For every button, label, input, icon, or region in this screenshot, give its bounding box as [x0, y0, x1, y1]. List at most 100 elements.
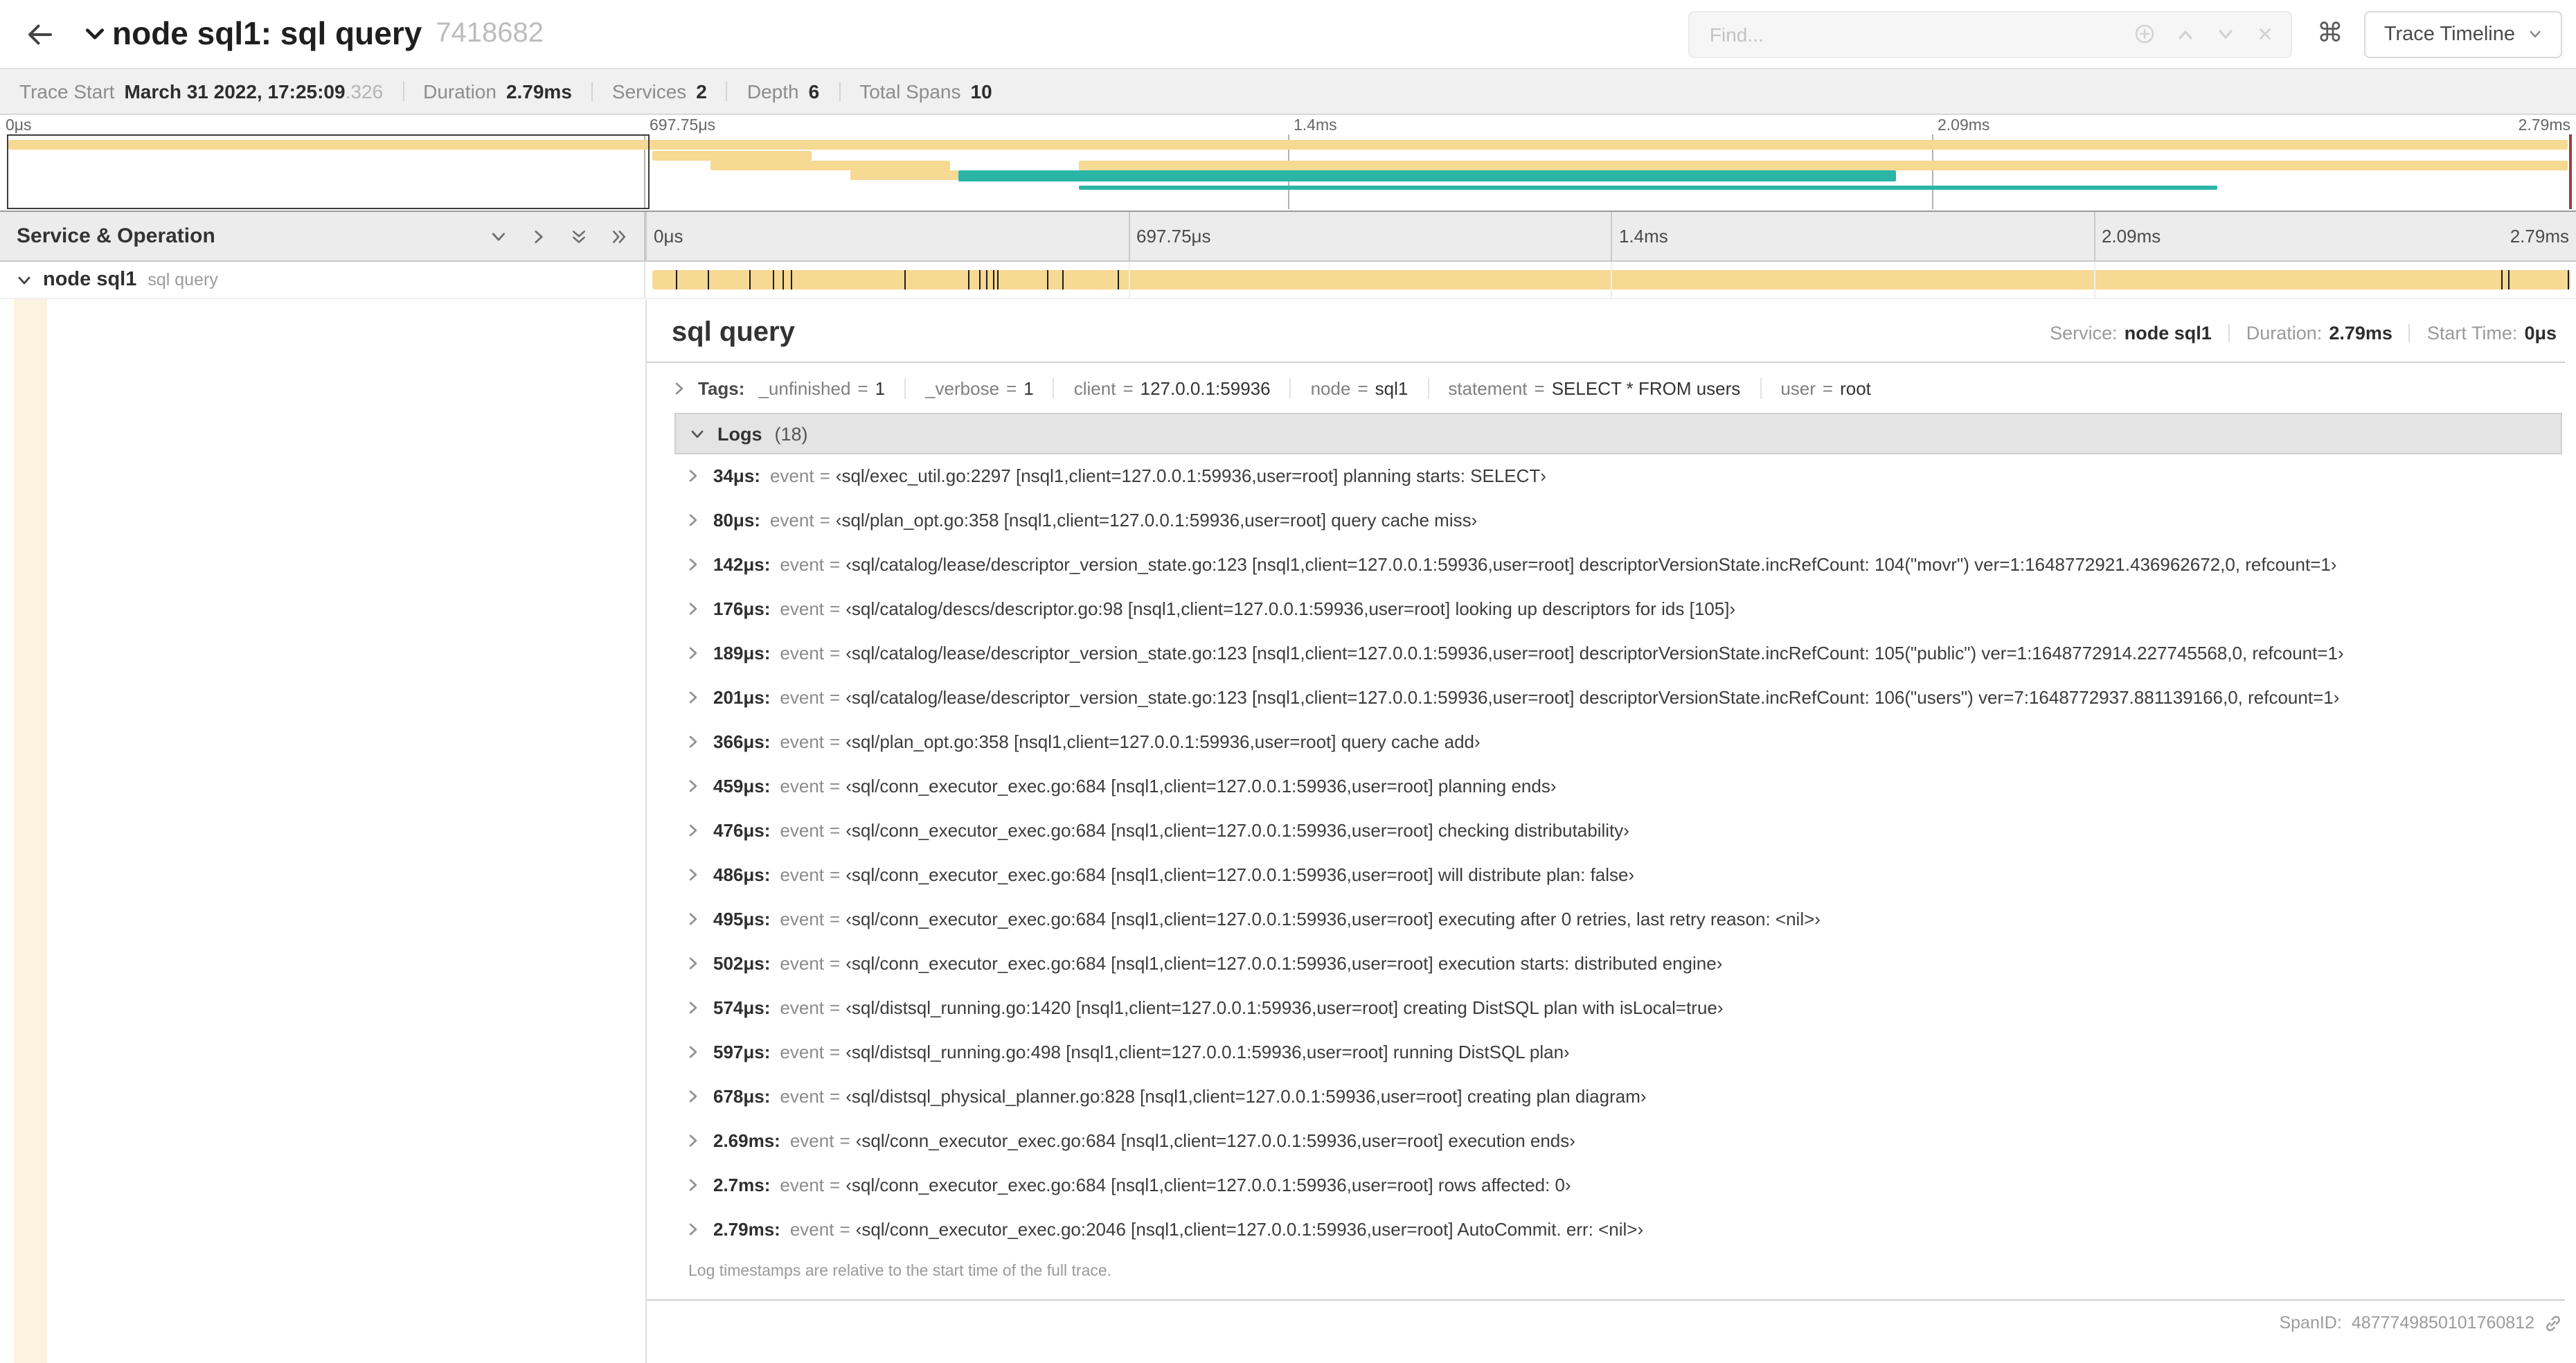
- log-entry[interactable]: 2.79ms: event = ‹sql/conn_executor_exec.go:…: [674, 1208, 2562, 1252]
- chevron-right-icon[interactable]: [686, 1222, 701, 1237]
- log-entry[interactable]: 597μs: event = ‹sql/distsql_running.go:498 …: [674, 1031, 2562, 1075]
- page-title: node sql1: sql query: [112, 15, 422, 51]
- double-chevron-down-icon[interactable]: [571, 228, 587, 244]
- chevron-right-icon[interactable]: [686, 690, 701, 705]
- trace-id: 7418682: [436, 18, 544, 48]
- logs-count: (18): [774, 423, 808, 444]
- log-entry[interactable]: 189μs: event = ‹sql/catalog/lease/descripto…: [674, 632, 2562, 676]
- trace-stats: Trace Start March 31 2022, 17:25:09.326 Du…: [19, 80, 992, 103]
- chevron-down-icon[interactable]: [490, 228, 507, 244]
- chevron-right-icon[interactable]: [530, 228, 547, 244]
- log-text: event = ‹sql/catalog/descs/descriptor.go:9…: [780, 598, 1735, 621]
- span-row-name-cell[interactable]: node sql1 sql query: [0, 262, 645, 298]
- log-entry[interactable]: 142μs: event = ‹sql/catalog/lease/descripto…: [674, 543, 2562, 587]
- keyboard-shortcuts-button[interactable]: ⌘: [2307, 10, 2354, 57]
- log-entry[interactable]: 201μs: event = ‹sql/catalog/lease/descripto…: [674, 676, 2562, 720]
- chevron-right-icon[interactable]: [686, 557, 701, 572]
- minimap-span-strip: [652, 151, 812, 161]
- log-timestamp: 366μs:: [713, 731, 771, 752]
- logs-label: Logs: [717, 423, 762, 444]
- double-chevron-right-icon[interactable]: [611, 228, 627, 244]
- chevron-right-icon[interactable]: [686, 513, 701, 528]
- ruler-tick: 2.09ms: [2093, 212, 2161, 260]
- timeline-minimap[interactable]: 0μs 697.75μs 1.4ms 2.09ms 2.79ms: [0, 115, 2576, 212]
- log-marker: [997, 270, 999, 289]
- log-field-key: event: [780, 776, 825, 796]
- chevron-right-icon[interactable]: [686, 911, 701, 927]
- chevron-right-icon[interactable]: [686, 1089, 701, 1104]
- chevron-right-icon[interactable]: [686, 468, 701, 483]
- log-entry[interactable]: 459μs: event = ‹sql/conn_executor_exec.go:6…: [674, 765, 2562, 809]
- log-field-value: ‹sql/conn_executor_exec.go:684 [nsql1,cl…: [846, 776, 1557, 796]
- find-prev-icon[interactable]: [2176, 24, 2196, 44]
- link-icon[interactable]: [2544, 1314, 2562, 1332]
- log-entry[interactable]: 495μs: event = ‹sql/conn_executor_exec.go:6…: [674, 898, 2562, 942]
- chevron-right-icon[interactable]: [686, 601, 701, 616]
- log-entry[interactable]: 678μs: event = ‹sql/distsql_physical_planne…: [674, 1075, 2562, 1119]
- log-entry[interactable]: 176μs: event = ‹sql/catalog/descs/descripto…: [674, 587, 2562, 632]
- chevron-right-icon[interactable]: [686, 1044, 701, 1060]
- log-field-value: ‹sql/distsql_running.go:1420 [nsql1,clie…: [846, 997, 1724, 1018]
- chevron-right-icon[interactable]: [686, 734, 701, 749]
- log-entry[interactable]: 574μs: event = ‹sql/distsql_running.go:1420…: [674, 986, 2562, 1031]
- trace-stat: Trace Start March 31 2022, 17:25:09.326: [19, 80, 383, 103]
- view-selector-button[interactable]: Trace Timeline: [2364, 10, 2562, 57]
- chevron-right-icon[interactable]: [686, 778, 701, 794]
- log-entry[interactable]: 486μs: event = ‹sql/conn_executor_exec.go:6…: [674, 853, 2562, 898]
- span-detail-header: sql query Service: node sql1 Duration: 2.79…: [647, 299, 2565, 362]
- span-operation-name: sql query: [147, 270, 218, 289]
- span-detail-area: sql query Service: node sql1 Duration: 2.79…: [0, 299, 2576, 1363]
- log-entry[interactable]: 2.7ms: event = ‹sql/conn_executor_exec.go:6…: [674, 1164, 2562, 1208]
- log-entry[interactable]: 80μs: event = ‹sql/plan_opt.go:358 [nsql1,c…: [674, 499, 2562, 543]
- chevron-right-icon[interactable]: [686, 1133, 701, 1148]
- log-field-key: event: [780, 643, 825, 663]
- log-entry[interactable]: 476μs: event = ‹sql/conn_executor_exec.go:6…: [674, 809, 2562, 853]
- tag-equals: =: [1006, 378, 1017, 399]
- tags-section-header[interactable]: Tags: _unfinished = 1 _verbose = 1 client = 127.…: [647, 363, 2565, 413]
- log-text: event = ‹sql/distsql_running.go:498 [nsql1…: [780, 1042, 1569, 1064]
- chevron-right-icon[interactable]: [686, 1000, 701, 1015]
- log-text: event = ‹sql/conn_executor_exec.go:684 [ns…: [780, 776, 1556, 798]
- chevron-down-icon: [690, 426, 705, 441]
- log-equals: =: [830, 598, 841, 619]
- log-field-value: ‹sql/conn_executor_exec.go:684 [nsql1,cl…: [855, 1130, 1575, 1151]
- minimap-viewport-range[interactable]: [6, 134, 650, 209]
- summary-value: node sql1: [2124, 323, 2212, 344]
- log-entry[interactable]: 34μs: event = ‹sql/exec_util.go:2297 [nsql1…: [674, 454, 2562, 499]
- log-text: event = ‹sql/exec_util.go:2297 [nsql1,clie…: [770, 465, 1546, 488]
- log-entry[interactable]: 366μs: event = ‹sql/plan_opt.go:358 [nsql1,…: [674, 720, 2562, 765]
- log-field-key: event: [780, 687, 825, 708]
- chevron-right-icon[interactable]: [686, 645, 701, 661]
- log-marker: [1046, 270, 1048, 289]
- log-entry[interactable]: 2.69ms: event = ‹sql/conn_executor_exec.go:…: [674, 1119, 2562, 1164]
- chevron-right-icon[interactable]: [686, 956, 701, 971]
- log-marker: [1118, 270, 1120, 289]
- chevron-right-icon[interactable]: [686, 823, 701, 838]
- log-text: event = ‹sql/catalog/lease/descriptor_vers…: [780, 643, 2343, 665]
- chevron-right-icon[interactable]: [686, 1177, 701, 1193]
- collapse-trace-button[interactable]: [83, 22, 107, 46]
- plus-circle-icon[interactable]: [2135, 24, 2156, 44]
- find-next-icon[interactable]: [2217, 24, 2236, 44]
- logs-section-header[interactable]: Logs (18): [674, 413, 2562, 454]
- log-timestamp: 2.79ms:: [713, 1219, 780, 1240]
- chevron-right-icon[interactable]: [686, 867, 701, 882]
- tag-value: 127.0.0.1:59936: [1140, 378, 1271, 399]
- find-input[interactable]: [1706, 21, 2118, 46]
- stat-label: Trace Start: [19, 80, 115, 103]
- find-clear-icon[interactable]: [2257, 25, 2275, 43]
- stats-divider: [591, 82, 593, 101]
- tag: statement = SELECT * FROM users: [1427, 378, 1760, 399]
- log-entry[interactable]: 502μs: event = ‹sql/conn_executor_exec.go:6…: [674, 942, 2562, 986]
- chevron-down-icon[interactable]: [17, 272, 32, 287]
- log-field-value: ‹sql/catalog/descs/descriptor.go:98 [nsq…: [846, 598, 1736, 619]
- back-button[interactable]: [17, 10, 64, 57]
- log-field-key: event: [780, 1042, 825, 1062]
- log-marker: [986, 270, 988, 289]
- log-field-value: ‹sql/catalog/lease/descriptor_version_st…: [846, 554, 2337, 575]
- log-equals: =: [830, 643, 841, 663]
- log-text: event = ‹sql/distsql_physical_planner.go:8…: [780, 1086, 1646, 1108]
- stat-label: Total Spans: [859, 80, 961, 103]
- log-field-key: event: [780, 1086, 825, 1107]
- log-marker: [773, 270, 775, 289]
